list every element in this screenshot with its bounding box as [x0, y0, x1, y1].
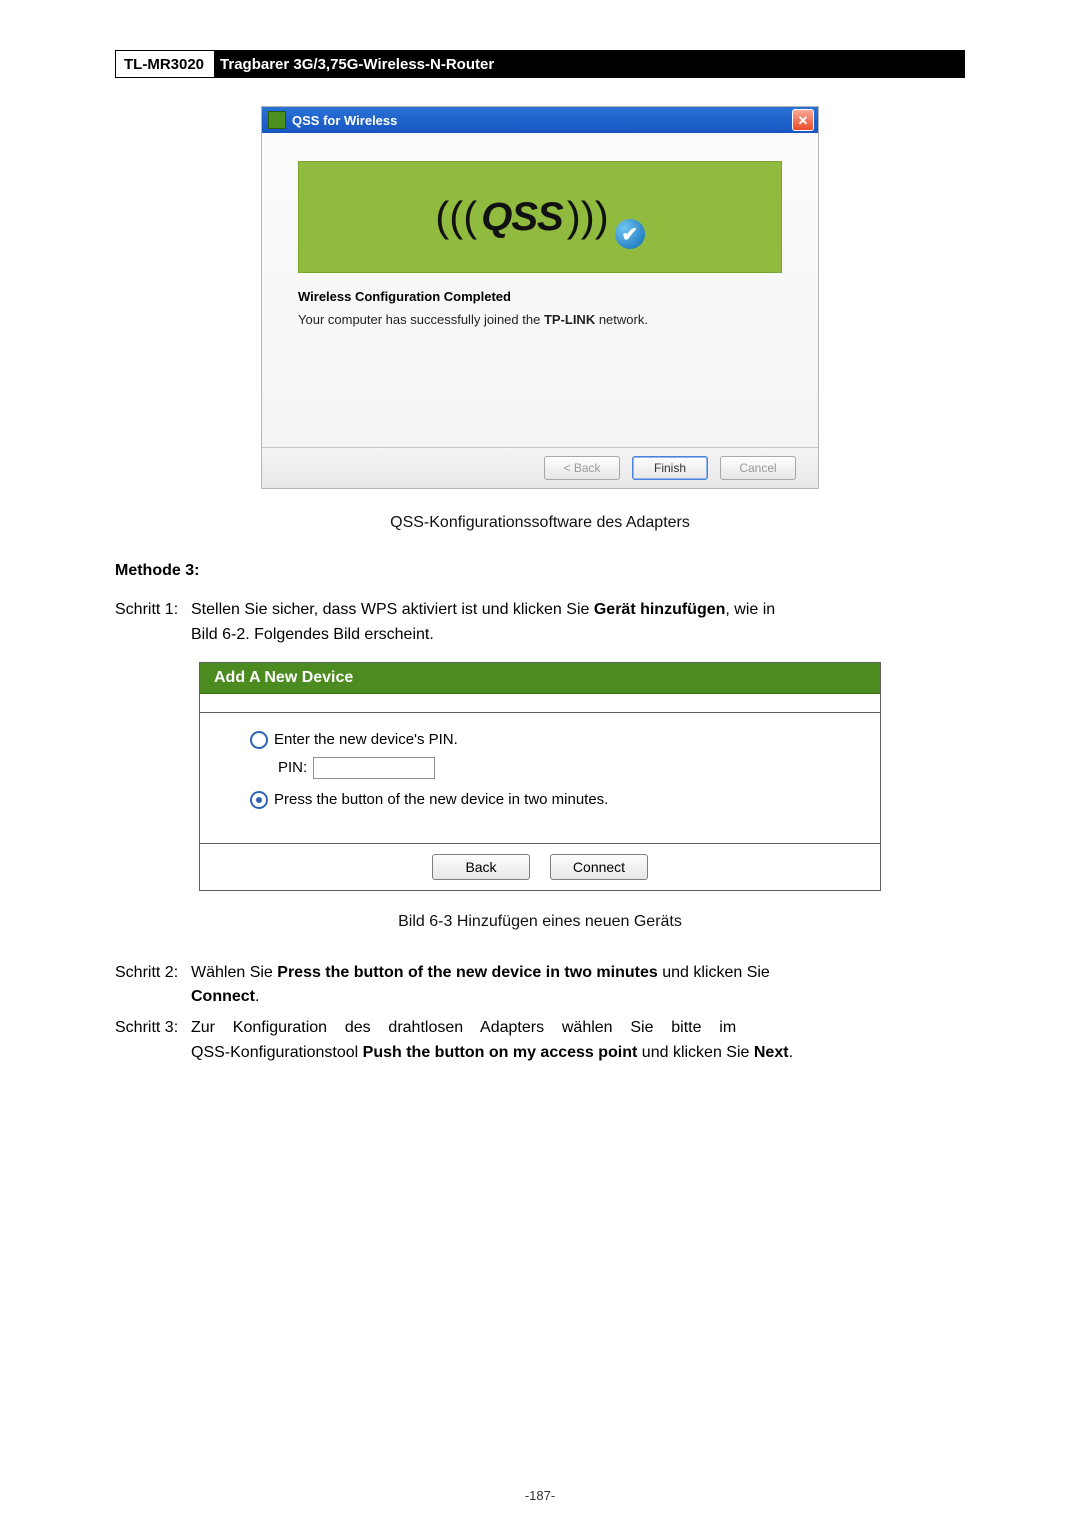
step-1-line2: Bild 6-2. Folgendes Bild erscheint.	[191, 623, 965, 648]
radio-option-press-button[interactable]: Press the button of the new device in tw…	[250, 791, 830, 809]
qss-dialog: QSS for Wireless ✕ ((( QSS ))) ✔ Wireles…	[261, 106, 819, 489]
figure-caption-2: Bild 6-3 Hinzufügen eines neuen Geräts	[115, 913, 965, 931]
step-3-label: Schritt 3:	[115, 1016, 191, 1041]
page-number: -187-	[0, 1488, 1080, 1503]
step-3-line2-bold2: Next	[754, 1044, 789, 1061]
radio-option-press-button-label: Press the button of the new device in tw…	[274, 791, 608, 808]
back-button: < Back	[544, 456, 620, 480]
add-device-panel: Add A New Device Enter the new device's …	[199, 662, 881, 891]
step-1-label: Schritt 1:	[115, 598, 191, 623]
step-2-pre: Wählen Sie	[191, 964, 277, 981]
close-icon[interactable]: ✕	[792, 109, 814, 131]
qss-message: Your computer has successfully joined th…	[298, 312, 782, 327]
step-3: Schritt 3: Zur Konfiguration des drahtlo…	[115, 1016, 965, 1066]
add-device-title: Add A New Device	[200, 663, 880, 694]
qss-app-icon	[268, 111, 286, 129]
finish-button[interactable]: Finish	[632, 456, 708, 480]
qss-logo-text: QSS	[481, 195, 562, 240]
step-3-line2-pre: QSS-Konfigurationstool	[191, 1044, 363, 1061]
doc-title: Tragbarer 3G/3,75G-Wireless-N-Router	[214, 51, 964, 77]
step-2-line2: Connect.	[191, 985, 965, 1010]
success-check-icon: ✔	[615, 219, 645, 249]
model-label: TL-MR3020	[116, 51, 214, 77]
finish-button-label: Finish	[654, 461, 686, 475]
qss-heading: Wireless Configuration Completed	[298, 289, 782, 304]
step-2-label: Schritt 2:	[115, 961, 191, 986]
cancel-button: Cancel	[720, 456, 796, 480]
step-3-line2: QSS-Konfigurationstool Push the button o…	[191, 1041, 965, 1066]
step-2-line2-bold: Connect	[191, 988, 255, 1005]
step-1-post: , wie in	[725, 601, 775, 618]
method3-heading: Methode 3:	[115, 562, 965, 580]
wifi-wave-left-icon: (((	[435, 193, 477, 241]
figure-caption-1: QSS-Konfigurationssoftware des Adapters	[115, 514, 965, 532]
step-3-line2-mid: und klicken Sie	[637, 1044, 754, 1061]
step-3-line2-post: .	[789, 1044, 793, 1061]
step-2: Schritt 2: Wählen Sie Press the button o…	[115, 961, 965, 1011]
qss-logo-banner: ((( QSS ))) ✔	[298, 161, 782, 273]
step-2-bold: Press the button of the new device in tw…	[277, 964, 658, 981]
qss-msg-pre: Your computer has successfully joined th…	[298, 312, 544, 327]
step-2-mid: und klicken Sie	[658, 964, 770, 981]
step-1: Schritt 1: Stellen Sie sicher, dass WPS …	[115, 598, 965, 648]
step-1-bold: Gerät hinzufügen	[594, 601, 726, 618]
radio-icon	[250, 731, 268, 749]
panel-separator	[200, 694, 880, 713]
back-button-label: < Back	[563, 461, 600, 475]
radio-icon-selected	[250, 791, 268, 809]
radio-option-enter-pin-label: Enter the new device's PIN.	[274, 731, 458, 748]
pin-label: PIN:	[278, 759, 307, 776]
panel-back-button[interactable]: Back	[432, 854, 530, 880]
radio-option-enter-pin[interactable]: Enter the new device's PIN.	[250, 731, 830, 749]
qss-window-title: QSS for Wireless	[292, 113, 397, 128]
cancel-button-label: Cancel	[739, 461, 776, 475]
qss-msg-bold: TP-LINK	[544, 312, 595, 327]
step-2-line2-post: .	[255, 988, 259, 1005]
qss-msg-post: network.	[595, 312, 648, 327]
qss-titlebar: QSS for Wireless ✕	[262, 107, 818, 133]
qss-footer: < Back Finish Cancel	[262, 447, 818, 488]
step-3-line2-bold: Push the button on my access point	[363, 1044, 638, 1061]
panel-connect-button-label: Connect	[573, 859, 625, 875]
wifi-wave-right-icon: )))	[567, 193, 609, 241]
step-1-pre: Stellen Sie sicher, dass WPS aktiviert i…	[191, 601, 594, 618]
panel-back-button-label: Back	[465, 859, 496, 875]
panel-connect-button[interactable]: Connect	[550, 854, 648, 880]
page-header: TL-MR3020 Tragbarer 3G/3,75G-Wireless-N-…	[115, 50, 965, 78]
pin-input[interactable]	[313, 757, 435, 779]
step-3-line1: Zur Konfiguration des drahtlosen Adapter…	[191, 1016, 965, 1041]
